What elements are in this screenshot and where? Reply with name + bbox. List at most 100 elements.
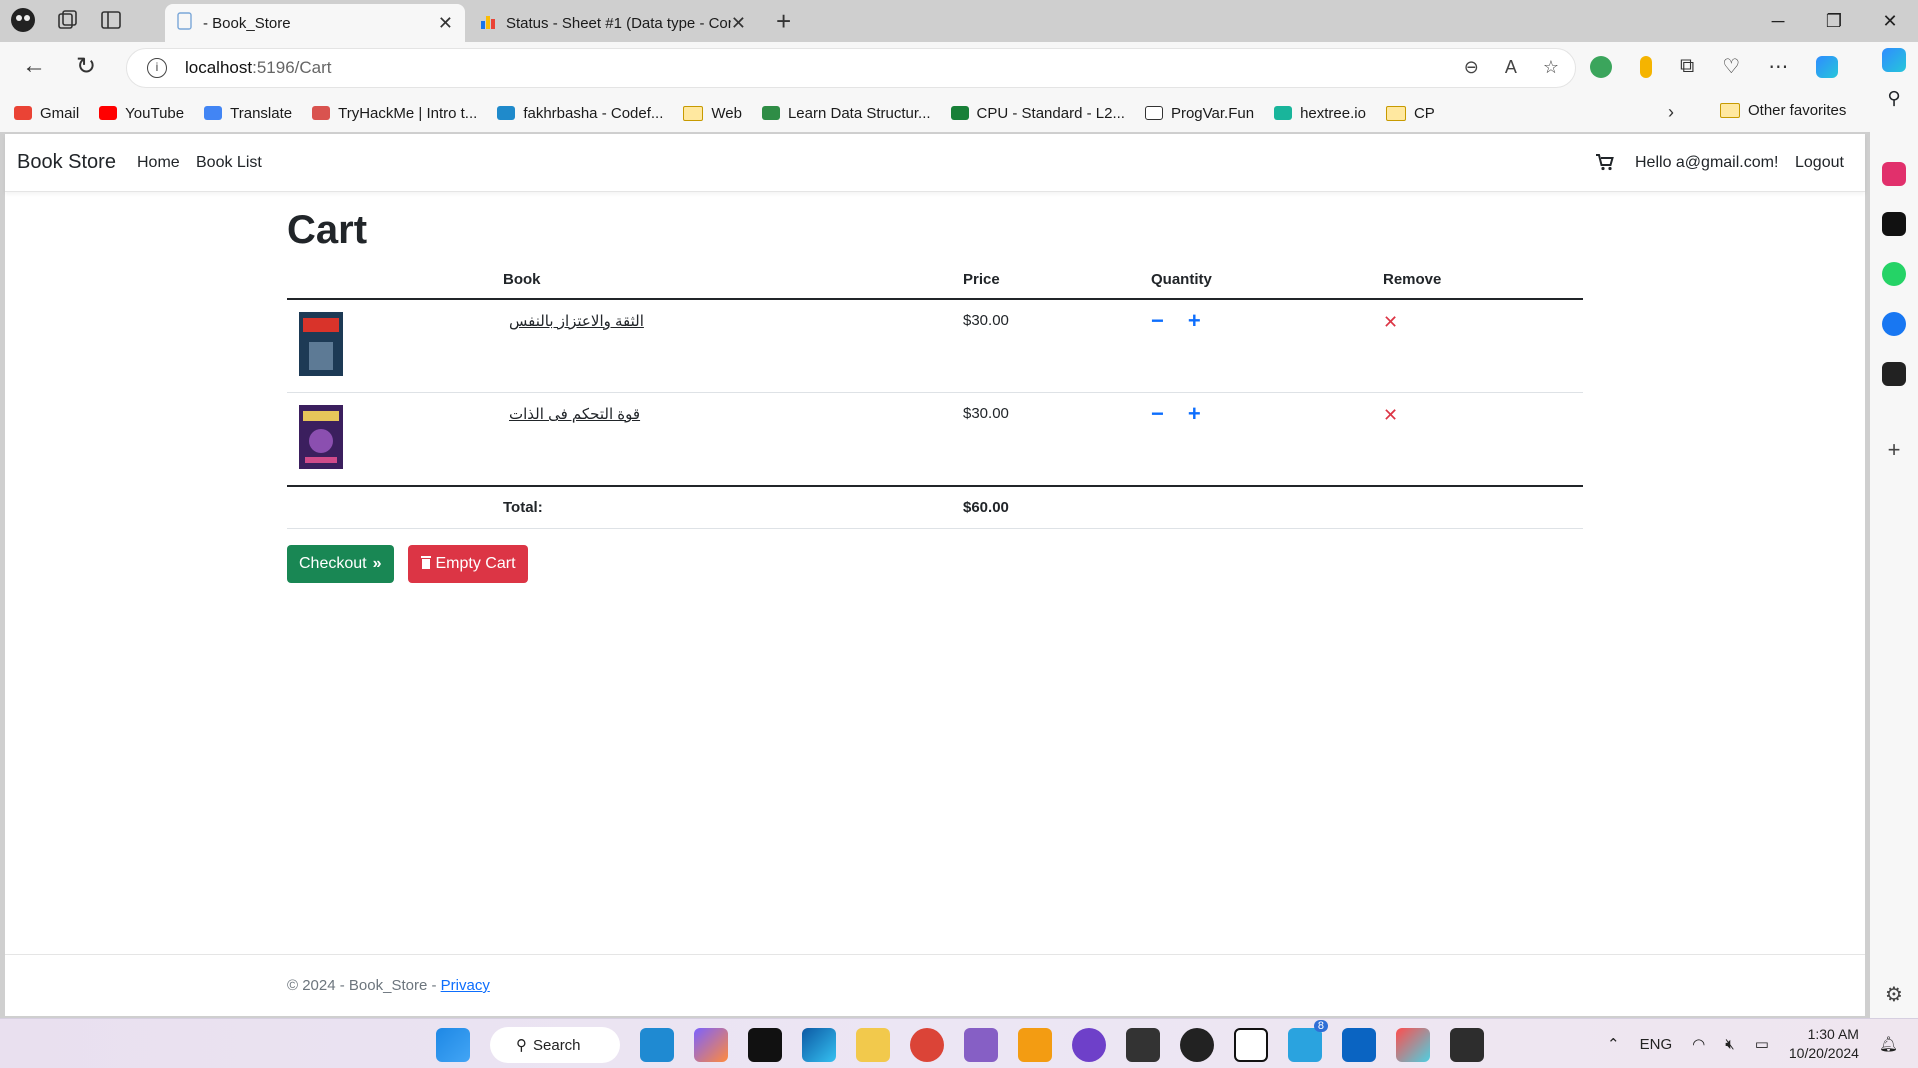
tab-status-sheet[interactable]: Status - Sheet #1 (Data type - Cor ✕ bbox=[468, 4, 758, 42]
notification-badge: 8 bbox=[1313, 1020, 1328, 1032]
zoom-icon[interactable]: ⊖ bbox=[1464, 57, 1479, 78]
bookmark-cpu-standard[interactable]: CPU - Standard - L2... bbox=[950, 105, 1125, 122]
file-explorer-icon[interactable] bbox=[856, 1028, 890, 1062]
favorite-star-icon[interactable]: ☆ bbox=[1543, 57, 1559, 78]
bookmark-web-folder[interactable]: Web bbox=[683, 105, 742, 122]
instagram-icon[interactable] bbox=[1882, 162, 1906, 186]
page-icon bbox=[177, 12, 193, 34]
mute-icon[interactable]: 🔇︎ bbox=[1725, 1036, 1734, 1053]
checkout-button[interactable]: Checkout» bbox=[287, 545, 394, 583]
clock[interactable]: 1:30 AM 10/20/2024 bbox=[1789, 1025, 1859, 1063]
search-icon: ⚲ bbox=[516, 1037, 527, 1054]
vscode-icon[interactable] bbox=[640, 1028, 674, 1062]
classroom-icon bbox=[950, 106, 969, 120]
increase-quantity-button[interactable]: + bbox=[1188, 403, 1201, 425]
book-title-link[interactable]: قوة التحكم فى الذات bbox=[509, 406, 640, 423]
url-field[interactable]: i localhost:5196/Cart ⊖ A ☆ bbox=[126, 48, 1576, 88]
windows-taskbar: ⚲ Search 8 ⌃ ENG ◠ 🔇︎ ▭ 1:30 AM 10/20/2024… bbox=[0, 1018, 1918, 1068]
user-greeting[interactable]: Hello a@gmail.com! bbox=[1635, 154, 1778, 172]
edge-icon[interactable] bbox=[802, 1028, 836, 1062]
github-desktop-icon[interactable] bbox=[1072, 1028, 1106, 1062]
decrease-quantity-button[interactable]: − bbox=[1151, 403, 1164, 425]
more-menu-icon[interactable]: ⋯ bbox=[1768, 54, 1788, 79]
terminal-icon[interactable] bbox=[1450, 1028, 1484, 1062]
notification-bell-icon[interactable]: 🔔︎ bbox=[1879, 1035, 1898, 1053]
battery-icon[interactable]: ▭ bbox=[1755, 1035, 1769, 1053]
telegram-icon[interactable]: 8 bbox=[1288, 1020, 1328, 1062]
cart-content: Cart Book Price Quantity Remove الثقة وا… bbox=[287, 208, 1587, 583]
copilot-icon[interactable] bbox=[1816, 55, 1839, 78]
tab-book-store[interactable]: - Book_Store ✕ bbox=[165, 4, 465, 42]
read-aloud-icon[interactable]: A bbox=[1505, 57, 1517, 78]
windows-start-icon[interactable] bbox=[436, 1028, 470, 1062]
facebook-icon[interactable] bbox=[1882, 312, 1906, 336]
price-cell: $30.00 bbox=[955, 392, 1143, 487]
extension-add-icon[interactable] bbox=[1590, 55, 1612, 78]
discord-icon[interactable] bbox=[1180, 1028, 1214, 1062]
language-indicator[interactable]: ENG bbox=[1640, 1036, 1673, 1053]
close-window-icon[interactable]: ✕ bbox=[1862, 6, 1918, 36]
url-text[interactable]: localhost:5196/Cart bbox=[185, 58, 332, 78]
bookmark-codeforces[interactable]: fakhrbasha - Codef... bbox=[497, 105, 663, 122]
book-title-link[interactable]: الثقة والاعتزاز بالنفس bbox=[509, 313, 644, 330]
copilot-app-icon[interactable] bbox=[694, 1028, 728, 1062]
back-icon[interactable]: ← bbox=[22, 52, 46, 80]
refresh-icon[interactable]: ↻ bbox=[76, 52, 96, 81]
add-icon[interactable]: + bbox=[1882, 437, 1906, 462]
browser-essentials-icon[interactable]: ♡ bbox=[1722, 54, 1740, 79]
remove-item-button[interactable]: ✕ bbox=[1383, 405, 1398, 425]
outlook-icon[interactable] bbox=[1342, 1028, 1376, 1062]
chevron-up-icon[interactable]: ⌃ bbox=[1607, 1035, 1620, 1053]
remove-item-button[interactable]: ✕ bbox=[1383, 312, 1398, 332]
cart-icon[interactable] bbox=[1595, 153, 1615, 176]
close-tab-icon[interactable]: ✕ bbox=[731, 13, 746, 34]
chatgpt-icon[interactable] bbox=[1882, 362, 1906, 386]
app-icon[interactable] bbox=[1396, 1028, 1430, 1062]
nav-home[interactable]: Home bbox=[137, 154, 180, 172]
logout-link[interactable]: Logout bbox=[1795, 154, 1844, 172]
bookmark-tryhackme[interactable]: TryHackMe | Intro t... bbox=[312, 105, 477, 122]
snipping-icon[interactable] bbox=[1018, 1028, 1052, 1062]
new-tab-icon[interactable]: + bbox=[776, 6, 791, 37]
bookmark-youtube[interactable]: YouTube bbox=[99, 105, 184, 122]
settings-gear-icon[interactable]: ⚙ bbox=[1882, 982, 1906, 1006]
tab-actions-icon[interactable] bbox=[98, 7, 124, 33]
nav-book-list[interactable]: Book List bbox=[196, 154, 262, 172]
site-info-icon[interactable]: i bbox=[147, 58, 167, 78]
taskbar-search[interactable]: ⚲ Search bbox=[490, 1027, 620, 1063]
minimize-icon[interactable]: ─ bbox=[1750, 6, 1806, 36]
workspaces-icon[interactable] bbox=[54, 7, 80, 33]
bookmark-hextree[interactable]: hextree.io bbox=[1274, 105, 1366, 122]
chrome-icon[interactable] bbox=[910, 1028, 944, 1062]
bookmark-translate[interactable]: Translate bbox=[204, 105, 292, 122]
table-row: الثقة والاعتزاز بالنفس $30.00 − + ✕ bbox=[287, 299, 1583, 393]
price-cell: $30.00 bbox=[955, 299, 1143, 393]
brand-link[interactable]: Book Store bbox=[17, 151, 116, 174]
restore-icon[interactable]: ❐ bbox=[1806, 6, 1862, 36]
privacy-link[interactable]: Privacy bbox=[441, 977, 490, 994]
bookmark-cp-folder[interactable]: CP bbox=[1385, 105, 1435, 122]
profile-avatar-icon[interactable] bbox=[10, 7, 36, 33]
visual-studio-icon[interactable] bbox=[964, 1028, 998, 1062]
extension-bulb-icon[interactable] bbox=[1640, 55, 1652, 78]
bookmark-other-favorites[interactable]: Other favorites bbox=[1720, 102, 1846, 119]
bookmark-progvar[interactable]: ProgVar.Fun bbox=[1144, 105, 1254, 122]
notion-icon[interactable] bbox=[1234, 1028, 1268, 1062]
copilot-icon[interactable] bbox=[1882, 48, 1906, 72]
close-tab-icon[interactable]: ✕ bbox=[438, 13, 453, 34]
search-icon[interactable]: ⚲ bbox=[1882, 88, 1906, 112]
x-icon[interactable] bbox=[1882, 212, 1906, 236]
gmail-icon bbox=[14, 106, 32, 120]
page-title: Cart bbox=[287, 208, 368, 252]
webstorm-icon[interactable] bbox=[1126, 1028, 1160, 1062]
chevron-right-icon[interactable]: › bbox=[1668, 102, 1674, 123]
whatsapp-icon[interactable] bbox=[1882, 262, 1906, 286]
extensions-puzzle-icon[interactable]: ⧉ bbox=[1680, 55, 1694, 78]
bookmark-gmail[interactable]: Gmail bbox=[14, 105, 79, 122]
wifi-icon[interactable]: ◠ bbox=[1692, 1035, 1705, 1053]
decrease-quantity-button[interactable]: − bbox=[1151, 310, 1164, 332]
increase-quantity-button[interactable]: + bbox=[1188, 310, 1201, 332]
bookmark-learn-ds[interactable]: Learn Data Structur... bbox=[761, 105, 931, 122]
clion-icon[interactable] bbox=[748, 1028, 782, 1062]
empty-cart-button[interactable]: Empty Cart bbox=[407, 545, 528, 583]
